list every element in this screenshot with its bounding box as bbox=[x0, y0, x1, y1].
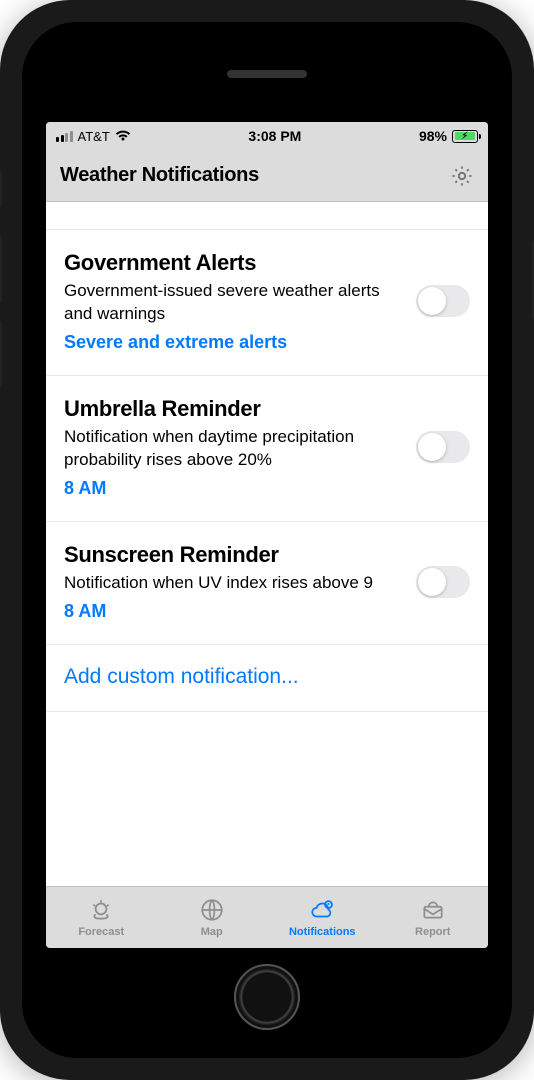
cloud-alert-icon bbox=[309, 897, 335, 923]
toggle-sunscreen-reminder[interactable] bbox=[416, 566, 470, 598]
add-custom-label: Add custom notification... bbox=[64, 665, 299, 689]
page-title: Weather Notifications bbox=[60, 164, 259, 187]
section-title: Umbrella Reminder bbox=[64, 396, 406, 422]
status-left: AT&T bbox=[56, 129, 131, 144]
carrier-label: AT&T bbox=[78, 129, 110, 144]
section-description: Notification when daytime precipitation … bbox=[64, 426, 406, 472]
tab-forecast[interactable]: Forecast bbox=[46, 887, 157, 948]
section-title: Government Alerts bbox=[64, 250, 406, 276]
battery-icon: ⚡︎ bbox=[452, 130, 478, 143]
battery-percent: 98% bbox=[419, 128, 447, 144]
volume-up bbox=[0, 235, 2, 303]
signal-bars-icon bbox=[56, 131, 73, 142]
wifi-icon bbox=[115, 130, 131, 142]
add-custom-row[interactable]: Add custom notification... bbox=[46, 645, 488, 712]
content-scroll[interactable]: Government Alerts Government-issued seve… bbox=[46, 202, 488, 886]
nav-header: Weather Notifications bbox=[46, 150, 488, 202]
tab-label: Map bbox=[201, 926, 223, 938]
status-right: 98% ⚡︎ bbox=[419, 128, 478, 144]
status-bar: AT&T 3:08 PM 98% ⚡︎ bbox=[46, 122, 488, 150]
tab-bar: Forecast Map Notifications Report bbox=[46, 886, 488, 948]
section-detail-link[interactable]: Severe and extreme alerts bbox=[64, 332, 406, 353]
tab-report[interactable]: Report bbox=[378, 887, 489, 948]
tab-notifications[interactable]: Notifications bbox=[267, 887, 378, 948]
section-sunscreen-reminder: Sunscreen Reminder Notification when UV … bbox=[46, 522, 488, 645]
section-time-link[interactable]: 8 AM bbox=[64, 601, 406, 622]
home-button[interactable] bbox=[234, 964, 300, 1030]
forecast-icon bbox=[88, 897, 114, 923]
section-government-alerts: Government Alerts Government-issued seve… bbox=[46, 230, 488, 376]
status-time: 3:08 PM bbox=[248, 128, 301, 144]
tab-label: Report bbox=[415, 926, 450, 938]
toggle-government-alerts[interactable] bbox=[416, 285, 470, 317]
globe-icon bbox=[199, 897, 225, 923]
gear-icon[interactable] bbox=[450, 164, 474, 188]
envelope-cloud-icon bbox=[420, 897, 446, 923]
tab-label: Notifications bbox=[289, 926, 356, 938]
section-description: Notification when UV index rises above 9 bbox=[64, 572, 406, 595]
section-title: Sunscreen Reminder bbox=[64, 542, 406, 568]
device-frame: AT&T 3:08 PM 98% ⚡︎ Weather Notification… bbox=[0, 0, 534, 1080]
section-description: Government-issued severe weather alerts … bbox=[64, 280, 406, 326]
mute-switch bbox=[0, 170, 2, 208]
tab-label: Forecast bbox=[78, 926, 124, 938]
tab-map[interactable]: Map bbox=[157, 887, 268, 948]
screen: AT&T 3:08 PM 98% ⚡︎ Weather Notification… bbox=[46, 122, 488, 948]
section-time-link[interactable]: 8 AM bbox=[64, 478, 406, 499]
speaker-grille bbox=[227, 70, 307, 78]
device-bezel: AT&T 3:08 PM 98% ⚡︎ Weather Notification… bbox=[22, 22, 512, 1058]
section-umbrella-reminder: Umbrella Reminder Notification when dayt… bbox=[46, 376, 488, 522]
toggle-umbrella-reminder[interactable] bbox=[416, 431, 470, 463]
volume-down bbox=[0, 320, 2, 388]
spacer bbox=[46, 202, 488, 230]
